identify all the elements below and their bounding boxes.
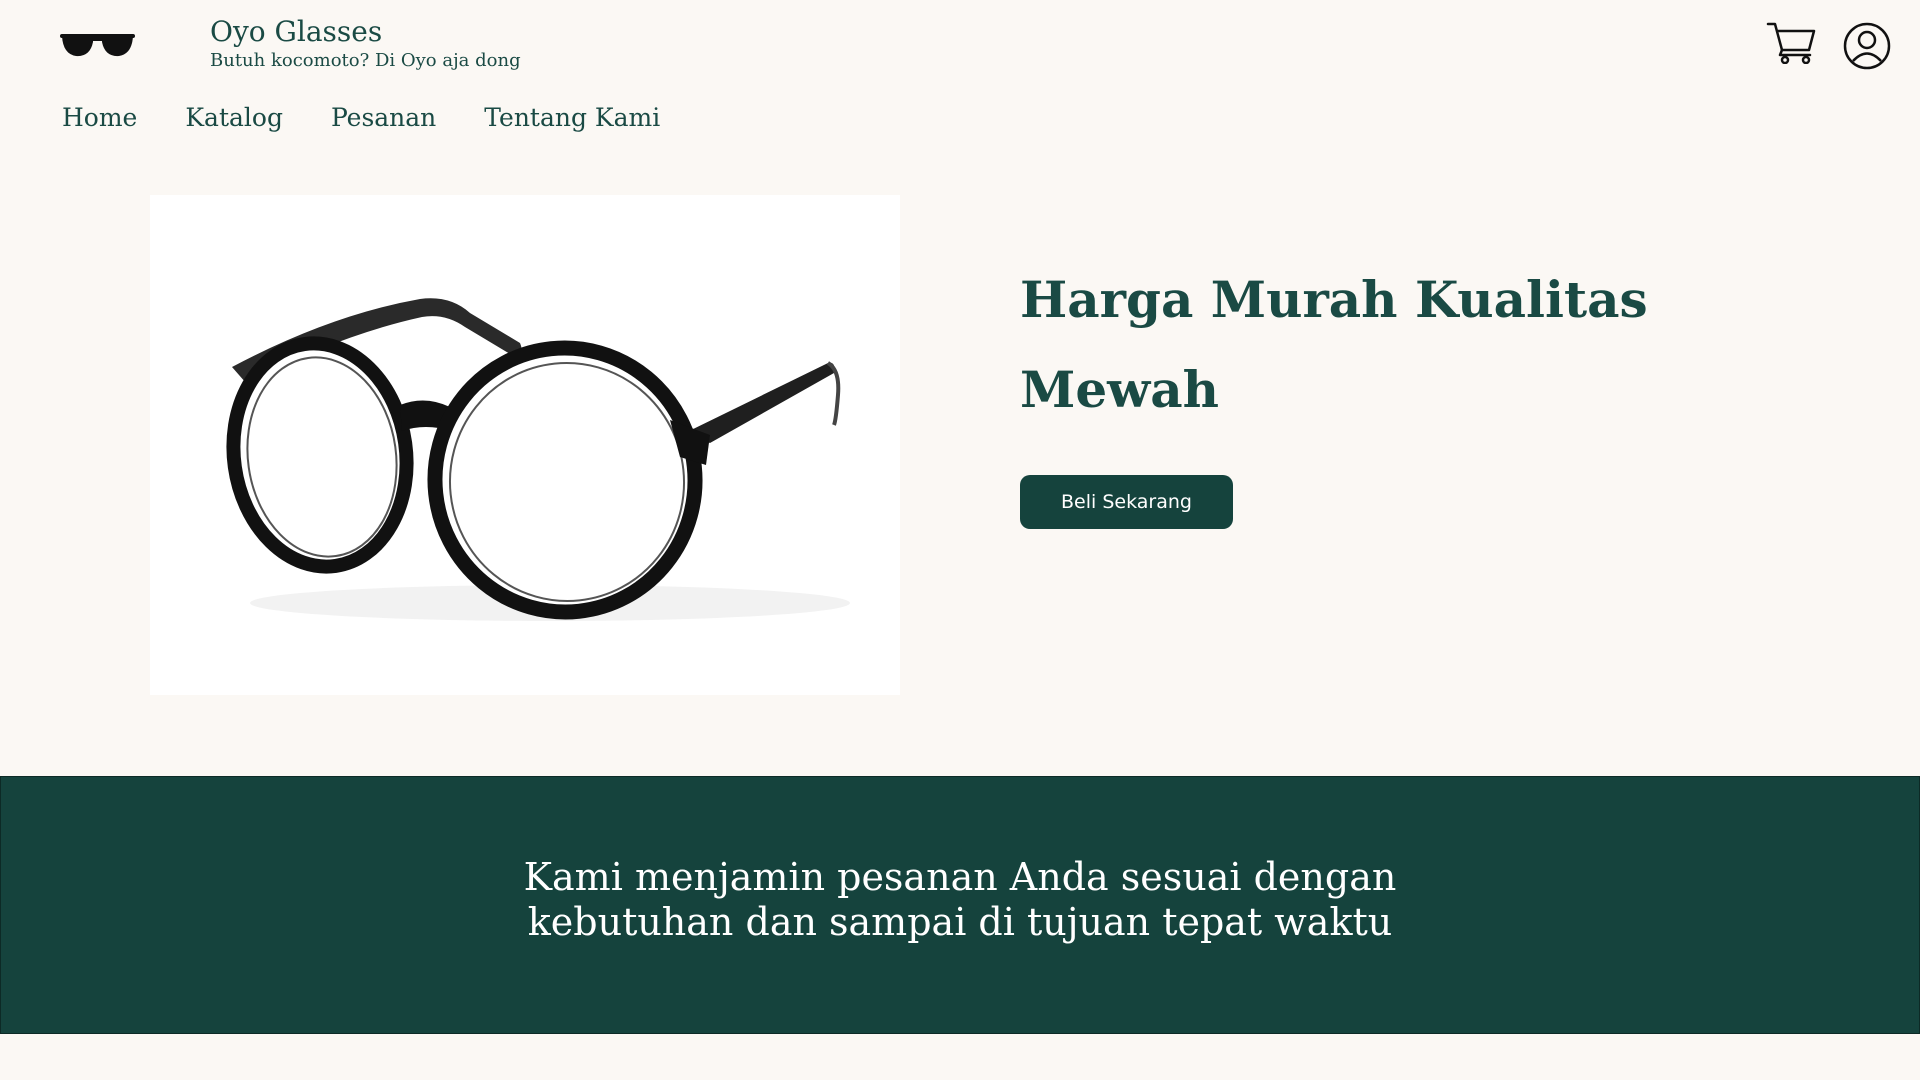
guarantee-banner: Kami menjamin pesanan Anda sesuai dengan… <box>0 776 1920 1034</box>
cart-icon[interactable] <box>1766 20 1816 64</box>
brand-title[interactable]: Oyo Glasses <box>210 14 521 50</box>
nav-item-tentang-kami[interactable]: Tentang Kami <box>484 103 660 132</box>
hero-section: Harga Murah Kualitas Mewah Beli Sekarang <box>0 195 1920 695</box>
user-icon[interactable] <box>1843 22 1891 70</box>
site-header: Oyo Glasses Butuh kocomoto? Di Oyo aja d… <box>0 0 1920 180</box>
brand: Oyo Glasses Butuh kocomoto? Di Oyo aja d… <box>210 14 521 72</box>
buy-now-button[interactable]: Beli Sekarang <box>1020 475 1233 529</box>
hero-heading: Harga Murah Kualitas Mewah <box>1020 270 1648 419</box>
nav-item-katalog[interactable]: Katalog <box>185 103 283 132</box>
nav-item-pesanan[interactable]: Pesanan <box>331 103 436 132</box>
eyeglasses-product-image <box>150 195 900 695</box>
nav-item-home[interactable]: Home <box>62 103 137 132</box>
eyeglasses-illustration <box>226 298 850 621</box>
main-nav: Home Katalog Pesanan Tentang Kami <box>62 103 660 132</box>
sunglasses-icon[interactable] <box>60 32 135 60</box>
guarantee-text: Kami menjamin pesanan Anda sesuai dengan… <box>523 855 1397 944</box>
brand-tagline: Butuh kocomoto? Di Oyo aja dong <box>210 50 521 71</box>
